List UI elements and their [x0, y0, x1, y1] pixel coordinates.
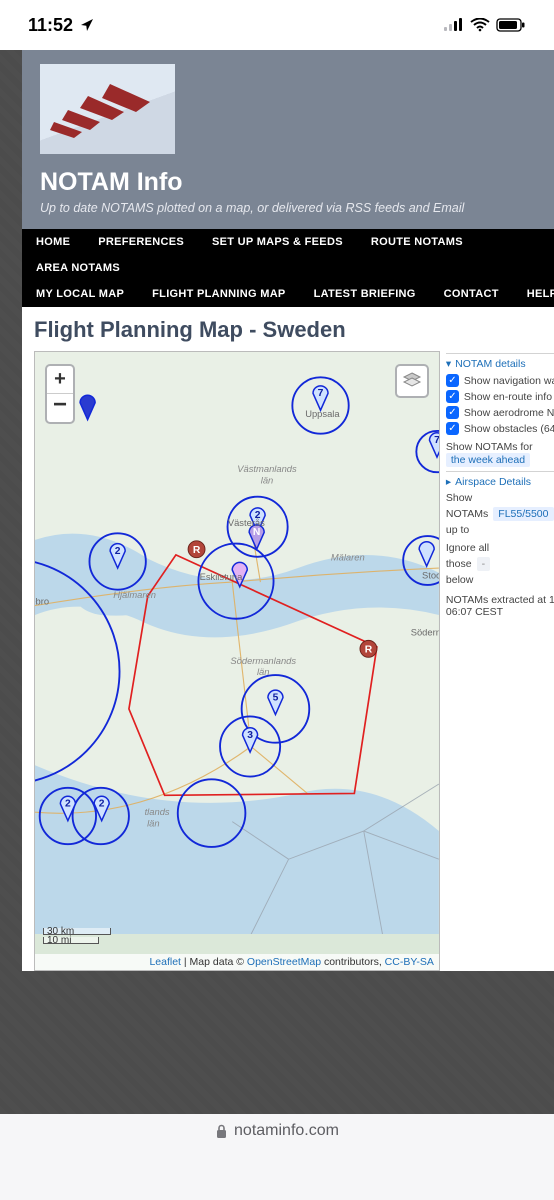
scale-control: 30 km 10 mi	[43, 928, 111, 946]
svg-text:5: 5	[273, 692, 279, 703]
checkbox[interactable]: ✓	[446, 406, 459, 419]
place-label: län	[261, 475, 274, 486]
nav-item[interactable]: HELP	[513, 281, 554, 307]
status-time: 11:52	[28, 15, 73, 36]
place-label: Södermanlands	[230, 655, 296, 666]
nav-item[interactable]: MY LOCAL MAP	[22, 281, 138, 307]
place-label: ebro	[35, 596, 49, 607]
page-title: Flight Planning Map - Sweden	[34, 317, 554, 343]
webview: NOTAM Info Up to date NOTAMS plotted on …	[0, 50, 554, 1114]
place-label: Västmanlands	[237, 463, 297, 474]
svg-text:7: 7	[434, 435, 439, 446]
checkbox-label: Show en-route info	[464, 391, 552, 403]
place-label: tlands	[145, 806, 170, 817]
ios-status-bar: 11:52	[0, 0, 554, 50]
place-label: Västerås	[228, 517, 265, 528]
lock-icon	[215, 1124, 228, 1139]
restricted-marker[interactable]: R	[188, 541, 205, 558]
license-link[interactable]: CC-BY-SA	[385, 956, 434, 968]
place-label: Eskilstuna	[200, 571, 244, 582]
svg-text:7: 7	[318, 388, 324, 399]
restricted-marker[interactable]: R	[360, 640, 377, 657]
place-label: Hjälmaren	[113, 589, 156, 600]
svg-text:2: 2	[65, 799, 71, 810]
zoom-out-button[interactable]: −	[47, 394, 73, 422]
ignore-select[interactable]: -	[477, 557, 491, 571]
period-select[interactable]: the week ahead	[446, 453, 530, 467]
nav-item[interactable]: CONTACT	[430, 281, 513, 307]
site-logo[interactable]	[40, 64, 175, 154]
nav-item[interactable]: FLIGHT PLANNING MAP	[138, 281, 299, 307]
nav-item[interactable]: LATEST BRIEFING	[300, 281, 430, 307]
zoom-control: + −	[45, 364, 75, 424]
nav-item[interactable]: AREA NOTAMS	[22, 255, 134, 281]
main-nav: HOMEPREFERENCESSET UP MAPS & FEEDSROUTE …	[22, 229, 554, 307]
zoom-in-button[interactable]: +	[47, 366, 73, 394]
nav-item[interactable]: PREFERENCES	[84, 229, 198, 255]
svg-text:R: R	[193, 545, 201, 556]
notam-details-toggle[interactable]: ▾ NOTAM details	[446, 358, 554, 370]
checkbox[interactable]: ✓	[446, 390, 459, 403]
checkbox-label: Show aerodrome N	[464, 407, 554, 419]
place-label: län	[147, 817, 160, 828]
ignore-label: Ignore all	[446, 542, 554, 554]
chevron-right-icon: ▸	[446, 476, 451, 488]
browser-toolbar: notaminfo.com	[0, 1114, 554, 1200]
svg-text:3: 3	[247, 730, 253, 741]
checkbox[interactable]: ✓	[446, 374, 459, 387]
airspace-details-toggle[interactable]: ▸ Airspace Details	[446, 476, 554, 488]
cellular-icon	[444, 18, 464, 32]
svg-text:N: N	[253, 527, 260, 538]
map-container[interactable]: RR 22N532277 VästmanlandslänUppsalaVäste…	[34, 351, 440, 971]
place-label: Söderr	[411, 627, 439, 638]
layers-icon	[402, 371, 422, 391]
place-label: Uppsala	[305, 408, 340, 419]
nav-item[interactable]: HOME	[22, 229, 84, 255]
map-canvas[interactable]: RR 22N532277 VästmanlandslänUppsalaVäste…	[35, 352, 439, 934]
scale-mi: 10 mi	[43, 937, 99, 944]
flight-level-select[interactable]: FL55/5500	[493, 507, 553, 521]
svg-text:2: 2	[115, 546, 121, 557]
site-header: NOTAM Info Up to date NOTAMS plotted on …	[22, 50, 554, 229]
scale-km: 30 km	[43, 928, 111, 935]
address-bar[interactable]: notaminfo.com	[215, 1122, 339, 1140]
checkbox-label: Show obstacles (64	[464, 423, 554, 435]
svg-text:2: 2	[99, 799, 105, 810]
site-tagline: Up to date NOTAMS plotted on a map, or d…	[40, 201, 554, 215]
chevron-down-icon: ▾	[446, 358, 451, 370]
show-notams-for-label: Show NOTAMs for	[446, 441, 554, 453]
battery-icon	[496, 18, 526, 32]
wifi-icon	[470, 18, 490, 32]
osm-link[interactable]: OpenStreetMap	[247, 956, 321, 968]
notams-upto-label: NOTAMs	[446, 508, 488, 520]
site-title: NOTAM Info	[40, 168, 554, 197]
sidebar: ▾ NOTAM details ✓ Show navigation wa ✓ Show…	[446, 351, 554, 971]
place-label: Mälaren	[331, 552, 365, 563]
place-label: län	[257, 666, 270, 677]
checkbox-label: Show navigation wa	[464, 375, 554, 387]
svg-text:R: R	[365, 645, 373, 656]
place-label: Stoc	[422, 569, 439, 580]
location-icon	[79, 17, 95, 33]
layers-button[interactable]	[395, 364, 429, 398]
map-attribution: Leaflet | Map data © OpenStreetMap contr…	[35, 954, 439, 970]
leaflet-link[interactable]: Leaflet	[149, 956, 181, 968]
nav-item[interactable]: ROUTE NOTAMS	[357, 229, 477, 255]
extracted-text: NOTAMs extracted at 19 A	[446, 594, 554, 606]
show-label: Show	[446, 492, 554, 504]
checkbox[interactable]: ✓	[446, 422, 459, 435]
nav-item[interactable]: SET UP MAPS & FEEDS	[198, 229, 357, 255]
